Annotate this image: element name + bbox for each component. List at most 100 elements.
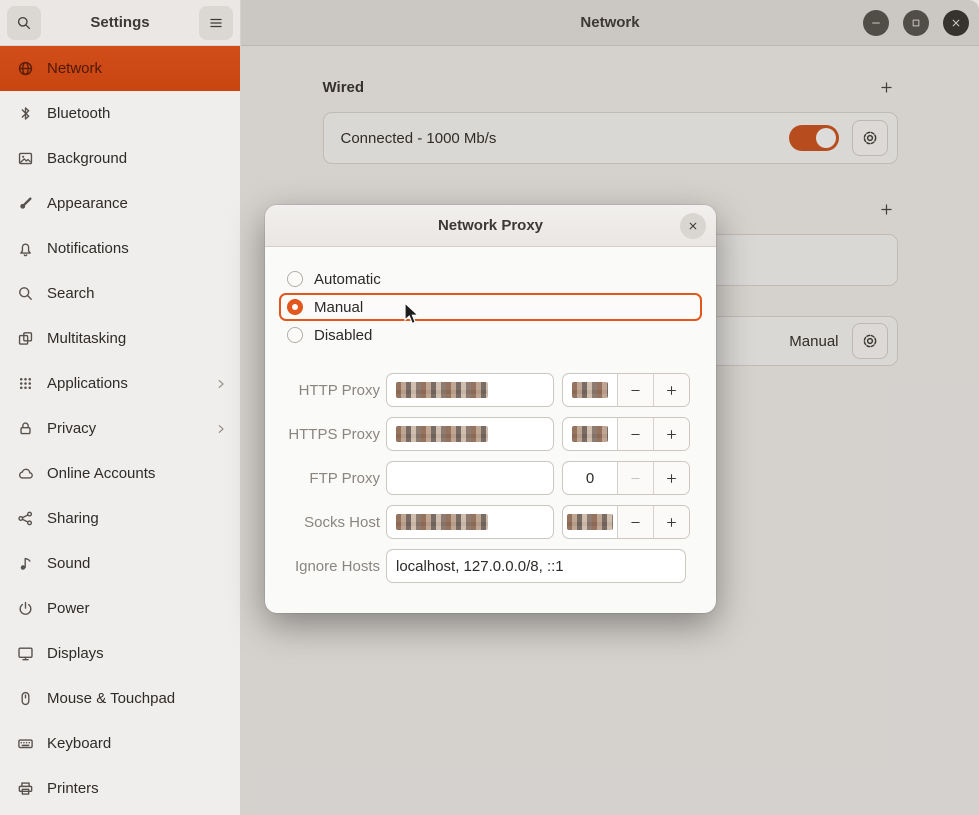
sidebar-item-label: Power [47, 600, 90, 617]
sidebar-item-sound[interactable]: Sound [0, 541, 240, 586]
menu-button[interactable] [199, 6, 233, 40]
socks-host-label: Socks Host [265, 514, 380, 531]
sidebar-item-power[interactable]: Power [0, 586, 240, 631]
proxy-mode-manual[interactable]: Manual [279, 293, 702, 321]
ftp-port-spinner: 0 [562, 461, 690, 495]
socks-port-decrement-button[interactable] [617, 506, 653, 538]
search-icon [17, 285, 34, 302]
proxy-mode-automatic[interactable]: Automatic [279, 265, 702, 293]
sidebar-item-label: Sound [47, 555, 90, 572]
chevron-right-icon [214, 422, 228, 436]
hamburger-menu-icon [208, 15, 224, 31]
app-grid-icon [17, 375, 34, 392]
sidebar-item-label: Search [47, 285, 95, 302]
ftp-port-value[interactable]: 0 [563, 462, 617, 494]
gear-icon [861, 129, 879, 147]
sidebar-item-background[interactable]: Background [0, 136, 240, 181]
sidebar-item-displays[interactable]: Displays [0, 631, 240, 676]
wired-settings-button[interactable] [852, 120, 888, 156]
ftp-port-decrement-button[interactable] [617, 462, 653, 494]
maximize-icon [910, 17, 922, 29]
sidebar-item-search[interactable]: Search [0, 271, 240, 316]
ftp-proxy-input[interactable] [386, 461, 554, 495]
wired-connection-row[interactable]: Connected - 1000 Mb/s [323, 112, 898, 164]
socks-port-spinner [562, 505, 690, 539]
proxy-mode-disabled[interactable]: Disabled [279, 321, 702, 349]
sidebar-item-notifications[interactable]: Notifications [0, 226, 240, 271]
wired-toggle[interactable] [789, 125, 839, 151]
sidebar-item-appearance[interactable]: Appearance [0, 181, 240, 226]
gear-icon [861, 332, 879, 350]
sidebar-item-online-accounts[interactable]: Online Accounts [0, 451, 240, 496]
sidebar-item-applications[interactable]: Applications [0, 361, 240, 406]
ignore-hosts-input[interactable] [386, 549, 686, 583]
bell-icon [17, 240, 34, 257]
settings-window: Settings Network Bluetooth Background Ap… [0, 0, 979, 815]
ftp-proxy-label: FTP Proxy [265, 470, 380, 487]
sidebar-item-mouse-touchpad[interactable]: Mouse & Touchpad [0, 676, 240, 721]
minus-icon [629, 384, 642, 397]
radio-unchecked-icon [287, 271, 303, 287]
redacted-port-value [572, 382, 608, 398]
ftp-port-increment-button[interactable] [653, 462, 689, 494]
sidebar-item-label: Sharing [47, 510, 99, 527]
minus-icon [629, 516, 642, 529]
minimize-button[interactable] [863, 10, 889, 36]
sidebar-item-label: Background [47, 150, 127, 167]
sidebar-item-sharing[interactable]: Sharing [0, 496, 240, 541]
proxy-settings-button[interactable] [852, 323, 888, 359]
ignore-hosts-label: Ignore Hosts [265, 558, 380, 575]
sidebar-item-label: Displays [47, 645, 104, 662]
sidebar-item-label: Mouse & Touchpad [47, 690, 175, 707]
brush-icon [17, 195, 34, 212]
https-port-decrement-button[interactable] [617, 418, 653, 450]
sidebar-item-printers[interactable]: Printers [0, 766, 240, 811]
sidebar-title: Settings [45, 14, 195, 31]
wired-section: Wired Connected - 1000 Mb/s [323, 76, 898, 164]
minus-icon [629, 428, 642, 441]
music-note-icon [17, 555, 34, 572]
redacted-host-value [396, 426, 488, 442]
https-port-value[interactable] [563, 418, 617, 450]
printer-icon [17, 780, 34, 797]
windows-icon [17, 330, 34, 347]
radio-unchecked-icon [287, 327, 303, 343]
search-button[interactable] [7, 6, 41, 40]
socks-port-value[interactable] [563, 506, 617, 538]
radio-label: Automatic [314, 271, 381, 288]
plus-icon [665, 472, 678, 485]
socks-host-input[interactable] [386, 505, 554, 539]
proxy-mode-group: Automatic Manual Disabled [265, 265, 716, 349]
maximize-button[interactable] [903, 10, 929, 36]
http-port-increment-button[interactable] [653, 374, 689, 406]
https-proxy-input[interactable] [386, 417, 554, 451]
add-vpn-button[interactable] [876, 198, 898, 220]
redacted-port-value [572, 426, 608, 442]
dialog-title: Network Proxy [438, 217, 543, 234]
http-proxy-input[interactable] [386, 373, 554, 407]
http-proxy-label: HTTP Proxy [265, 382, 380, 399]
close-button[interactable] [943, 10, 969, 36]
toggle-knob [816, 128, 836, 148]
sidebar-item-privacy[interactable]: Privacy [0, 406, 240, 451]
https-proxy-row: HTTPS Proxy [265, 417, 716, 451]
sidebar-nav: Network Bluetooth Background Appearance … [0, 46, 240, 811]
ftp-proxy-row: FTP Proxy 0 [265, 461, 716, 495]
mouse-cursor [403, 302, 423, 326]
http-port-decrement-button[interactable] [617, 374, 653, 406]
socks-port-increment-button[interactable] [653, 506, 689, 538]
sidebar-item-network[interactable]: Network [0, 46, 240, 91]
dialog-close-button[interactable] [680, 213, 706, 239]
sidebar-item-bluetooth[interactable]: Bluetooth [0, 91, 240, 136]
sidebar-headerbar: Settings [0, 0, 240, 46]
plus-icon [879, 202, 894, 217]
add-wired-connection-button[interactable] [876, 76, 898, 98]
sidebar-item-keyboard[interactable]: Keyboard [0, 721, 240, 766]
window-controls [863, 0, 969, 45]
https-port-increment-button[interactable] [653, 418, 689, 450]
bluetooth-icon [17, 105, 34, 122]
sidebar-item-label: Appearance [47, 195, 128, 212]
http-port-value[interactable] [563, 374, 617, 406]
radio-label: Manual [314, 299, 363, 316]
sidebar-item-multitasking[interactable]: Multitasking [0, 316, 240, 361]
